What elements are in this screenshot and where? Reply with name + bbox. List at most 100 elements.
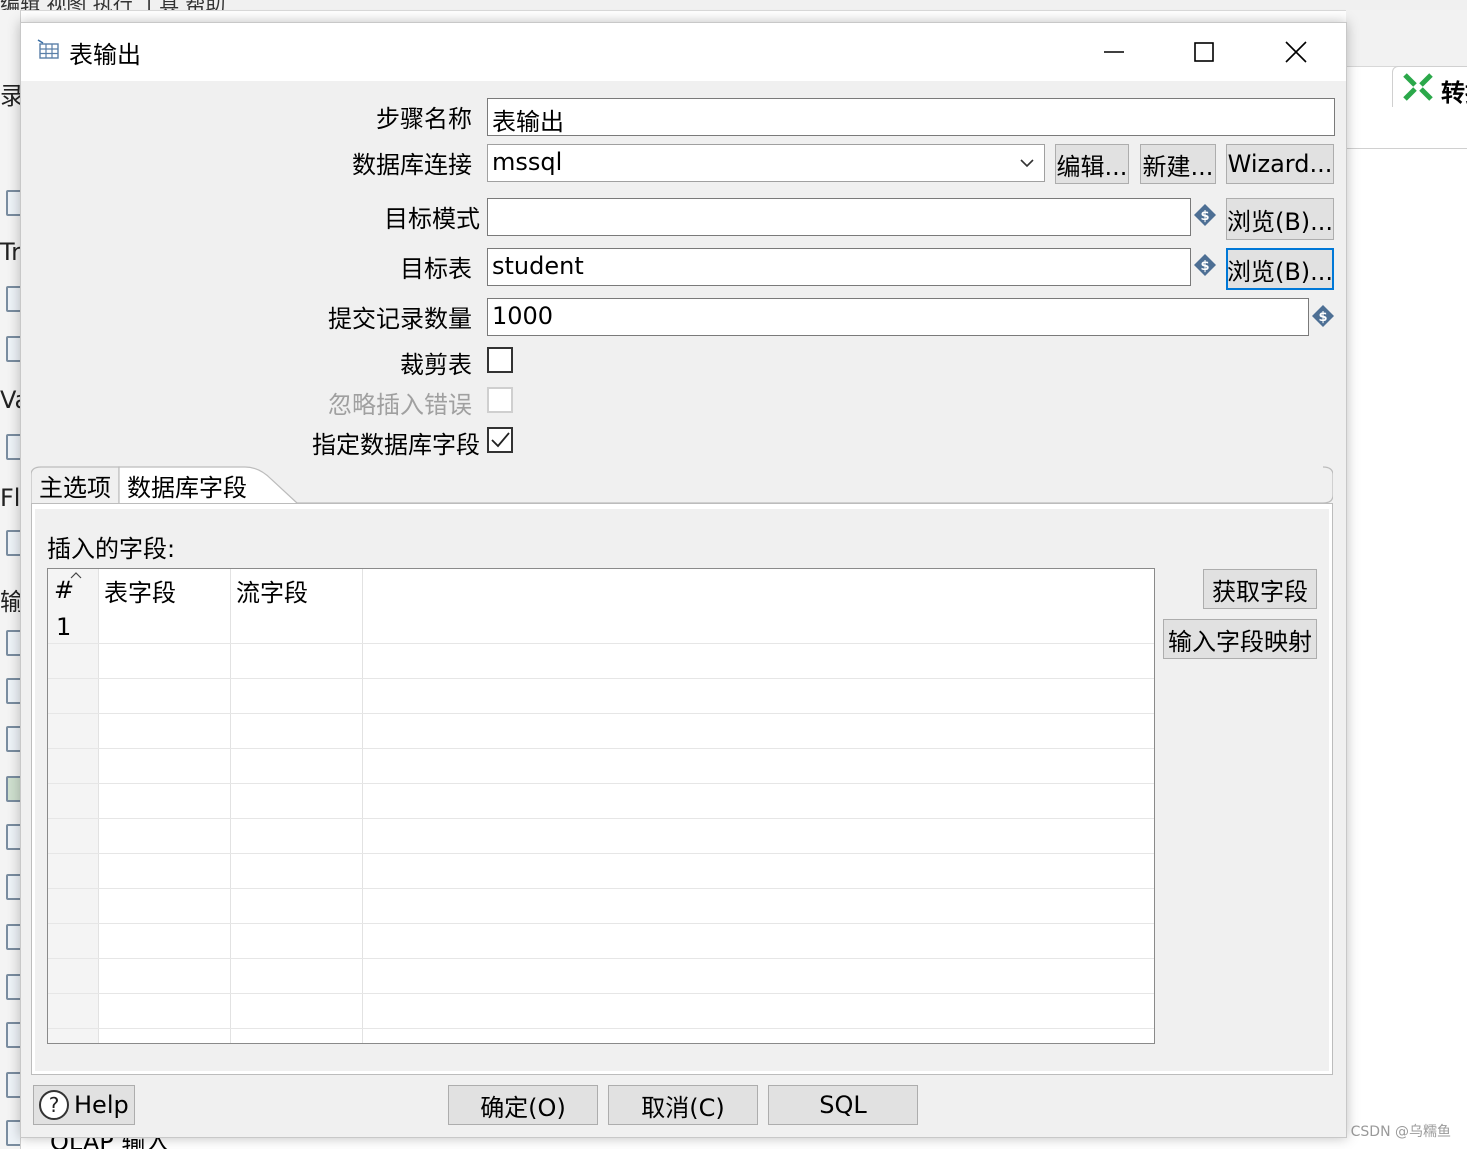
row-divider bbox=[48, 783, 1154, 784]
column-header-table-field[interactable]: 表字段 bbox=[104, 569, 176, 611]
help-button[interactable]: ? Help bbox=[33, 1085, 135, 1125]
sort-arrow-icon bbox=[70, 572, 82, 579]
background-left-label: Va bbox=[0, 386, 20, 414]
background-menu-text: 编辑 视图 执行 工具 帮助 bbox=[0, 0, 225, 10]
fields-table[interactable]: # 表字段 流字段 1 bbox=[47, 568, 1155, 1044]
row-divider bbox=[48, 853, 1154, 854]
help-label: Help bbox=[74, 1091, 129, 1119]
row-divider bbox=[48, 818, 1154, 819]
variable-icon[interactable]: $ bbox=[1193, 253, 1217, 277]
connection-label: 数据库连接 bbox=[352, 151, 472, 179]
table-output-dialog: 表输出 步骤名称 表输出 数据库连接 mssql 编辑... 新建... Wiz… bbox=[20, 22, 1347, 1138]
target-table-input[interactable]: student bbox=[487, 248, 1191, 286]
help-icon: ? bbox=[39, 1090, 69, 1120]
table-row-stream-field[interactable] bbox=[236, 613, 362, 643]
specify-fields-checkbox[interactable] bbox=[487, 427, 513, 453]
column-header-stream-field[interactable]: 流字段 bbox=[236, 569, 308, 611]
step-icon bbox=[6, 874, 20, 900]
browse-table-button[interactable]: 浏览(B)... bbox=[1226, 248, 1334, 290]
svg-text:?: ? bbox=[49, 1093, 60, 1117]
column-divider bbox=[362, 569, 363, 1043]
maximize-button[interactable] bbox=[1159, 23, 1249, 81]
background-divider bbox=[1346, 148, 1467, 149]
connection-value: mssql bbox=[492, 148, 563, 176]
column-divider bbox=[230, 569, 231, 1043]
ignore-errors-checkbox bbox=[487, 387, 513, 413]
row-divider bbox=[48, 643, 1154, 644]
target-schema-input[interactable] bbox=[487, 198, 1191, 236]
watermark: CSDN @乌糯鱼 bbox=[1350, 1124, 1451, 1140]
step-icon bbox=[6, 630, 20, 656]
step-icon bbox=[6, 776, 20, 802]
background-left-label: 输 bbox=[0, 582, 20, 617]
step-icon bbox=[6, 974, 20, 1000]
edit-connection-button[interactable]: 编辑... bbox=[1055, 144, 1129, 184]
tab-panel: 插入的字段: # 表字段 流字段 1 获取字段 输入字段映射 bbox=[35, 509, 1329, 1071]
inserted-fields-label: 插入的字段: bbox=[47, 535, 176, 563]
background-left-label: Tr bbox=[0, 238, 21, 266]
step-icon bbox=[6, 530, 20, 556]
background-left-panel: 录制 Tr Va Fl 输 bbox=[0, 10, 21, 1149]
tab-main-options[interactable]: 主选项 bbox=[39, 465, 111, 505]
row-divider bbox=[48, 748, 1154, 749]
wizard-button[interactable]: Wizard... bbox=[1226, 144, 1334, 184]
background-transform-tab[interactable]: 转换 bbox=[1392, 66, 1467, 107]
row-divider bbox=[48, 993, 1154, 994]
step-icon bbox=[6, 336, 20, 362]
table-row-table-field[interactable] bbox=[104, 613, 230, 643]
get-fields-button[interactable]: 获取字段 bbox=[1203, 569, 1317, 609]
step-icon bbox=[6, 924, 20, 950]
commit-size-label: 提交记录数量 bbox=[328, 305, 472, 333]
commit-size-input[interactable]: 1000 bbox=[487, 298, 1309, 336]
step-icon bbox=[6, 434, 20, 460]
connection-select[interactable]: mssql bbox=[487, 144, 1045, 182]
row-divider bbox=[48, 1028, 1154, 1029]
variable-icon[interactable]: $ bbox=[1193, 203, 1217, 227]
step-icon bbox=[6, 726, 20, 752]
step-icon bbox=[6, 1120, 20, 1146]
step-icon bbox=[6, 286, 20, 312]
checkmark-icon bbox=[491, 432, 510, 448]
minimize-button[interactable] bbox=[1069, 23, 1159, 81]
specify-fields-label: 指定数据库字段 bbox=[312, 431, 480, 459]
step-icon bbox=[6, 824, 20, 850]
ok-button[interactable]: 确定(O) bbox=[448, 1085, 598, 1125]
background-menubar: 编辑 视图 执行 工具 帮助 bbox=[0, 0, 1467, 11]
step-icon bbox=[6, 1072, 20, 1098]
target-schema-label: 目标模式 bbox=[384, 205, 480, 233]
row-divider bbox=[48, 713, 1154, 714]
dialog-title: 表输出 bbox=[69, 41, 141, 69]
table-output-icon bbox=[37, 39, 59, 59]
new-connection-button[interactable]: 新建... bbox=[1140, 144, 1216, 184]
row-divider bbox=[48, 958, 1154, 959]
step-icon bbox=[6, 678, 20, 704]
truncate-label: 裁剪表 bbox=[400, 351, 472, 379]
svg-text:$: $ bbox=[1200, 259, 1209, 274]
close-button[interactable] bbox=[1251, 23, 1341, 81]
step-name-input[interactable]: 表输出 bbox=[487, 98, 1335, 136]
step-icon bbox=[6, 190, 20, 216]
svg-text:$: $ bbox=[1200, 209, 1209, 224]
background-tabbar bbox=[1346, 10, 1467, 67]
step-name-label: 步骤名称 bbox=[376, 105, 472, 133]
input-field-mapping-button[interactable]: 输入字段映射 bbox=[1163, 619, 1317, 659]
row-divider bbox=[48, 888, 1154, 889]
row-divider bbox=[48, 923, 1154, 924]
chevron-down-icon[interactable] bbox=[1010, 145, 1044, 181]
truncate-checkbox[interactable] bbox=[487, 347, 513, 373]
variable-icon[interactable]: $ bbox=[1311, 304, 1335, 328]
maximize-icon bbox=[1194, 42, 1214, 62]
svg-text:$: $ bbox=[1318, 310, 1327, 325]
row-divider bbox=[48, 678, 1154, 679]
cancel-button[interactable]: 取消(C) bbox=[608, 1085, 758, 1125]
column-divider bbox=[98, 569, 99, 1043]
ignore-errors-label: 忽略插入错误 bbox=[328, 391, 472, 419]
minimize-icon bbox=[1104, 51, 1124, 53]
browse-schema-button[interactable]: 浏览(B)... bbox=[1226, 198, 1334, 240]
sql-button[interactable]: SQL bbox=[768, 1085, 918, 1125]
dialog-titlebar[interactable]: 表输出 bbox=[21, 23, 1346, 81]
table-row-number[interactable]: 1 bbox=[56, 613, 71, 641]
column-header-number[interactable]: # bbox=[54, 569, 98, 611]
tab-database-fields[interactable]: 数据库字段 bbox=[127, 465, 247, 505]
target-table-label: 目标表 bbox=[400, 255, 472, 283]
